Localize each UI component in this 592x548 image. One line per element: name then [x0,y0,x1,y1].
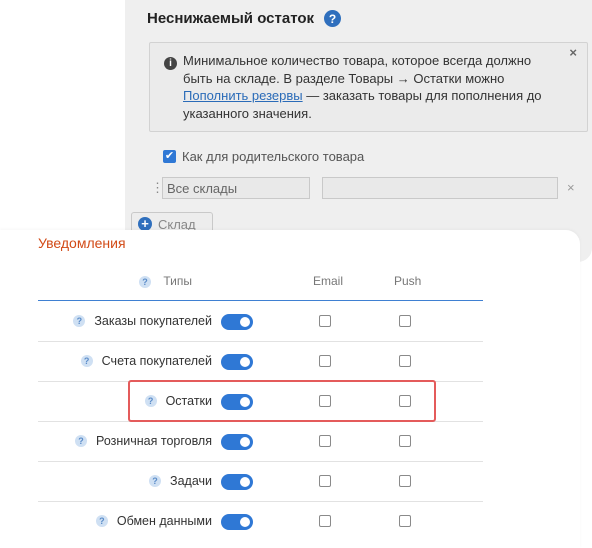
email-checkbox[interactable] [319,355,331,367]
table-row: ? Обмен данными [0,501,580,541]
email-checkbox[interactable] [319,475,331,487]
min-stock-input[interactable] [322,177,558,199]
min-stock-title: Неснижаемый остаток ? [147,10,342,27]
table-row: ? Задачи [0,461,580,501]
min-stock-card: Неснижаемый остаток ? i Минимальное коли… [125,0,592,262]
help-icon[interactable]: ? [73,315,86,327]
info-box: i Минимальное количество товара, которое… [149,42,588,132]
column-header-email: Email [313,274,344,288]
enable-toggle[interactable] [221,434,253,450]
notifications-title: Уведомления [38,235,126,251]
push-checkbox[interactable] [399,435,411,447]
push-checkbox[interactable] [399,355,411,367]
email-checkbox[interactable] [319,435,331,447]
inherit-label: Как для родительского товара [182,149,365,164]
info-text-before: Минимальное количество товара, которое в… [183,53,532,86]
enable-toggle[interactable] [221,354,253,370]
row-label: ? Счета покупателей [80,341,212,381]
help-icon[interactable]: ? [139,276,151,288]
enable-toggle[interactable] [221,474,253,490]
inherit-checkbox[interactable]: ✔ [163,150,176,163]
column-header-types: ? Типы [139,274,192,288]
email-checkbox[interactable] [319,315,331,327]
row-label-text: Розничная торговля [96,434,212,448]
row-label: ? Заказы покупателей [73,301,212,341]
row-label-text: Обмен данными [116,514,212,528]
enable-toggle[interactable] [221,514,253,530]
push-checkbox[interactable] [399,515,411,527]
row-label-text: Счета покупателей [101,354,212,368]
close-icon[interactable]: × [569,45,577,60]
warehouse-select[interactable]: Все склады [162,177,310,199]
row-label: ? Обмен данными [95,501,212,541]
plus-icon: + [138,217,152,231]
email-checkbox[interactable] [319,515,331,527]
push-checkbox[interactable] [399,315,411,327]
highlight-frame [128,380,436,422]
row-label: ? Розничная торговля [75,421,212,461]
help-icon[interactable]: ? [324,10,342,27]
types-header: Типы [163,274,192,288]
row-label-text: Задачи [170,474,212,488]
column-header-push: Push [394,274,422,288]
info-text: Минимальное количество товара, которое в… [183,52,543,122]
help-icon[interactable]: ? [80,355,93,367]
remove-icon[interactable]: × [567,180,575,195]
table-row: ? Розничная торговля [0,421,580,461]
push-checkbox[interactable] [399,475,411,487]
help-icon[interactable]: ? [149,475,162,487]
min-stock-title-text: Неснижаемый остаток [147,10,315,27]
table-row: ? Заказы покупателей [0,301,580,341]
inherit-checkbox-row[interactable]: ✔ Как для родительского товара [163,149,364,164]
info-icon: i [164,57,177,70]
replenish-link[interactable]: Пополнить резервы [183,88,303,103]
row-label: ? Задачи [149,461,212,501]
help-icon[interactable]: ? [95,515,108,527]
row-label-text: Заказы покупателей [94,314,212,328]
enable-toggle[interactable] [221,314,253,330]
help-icon[interactable]: ? [75,435,88,447]
table-row: ? Счета покупателей [0,341,580,381]
